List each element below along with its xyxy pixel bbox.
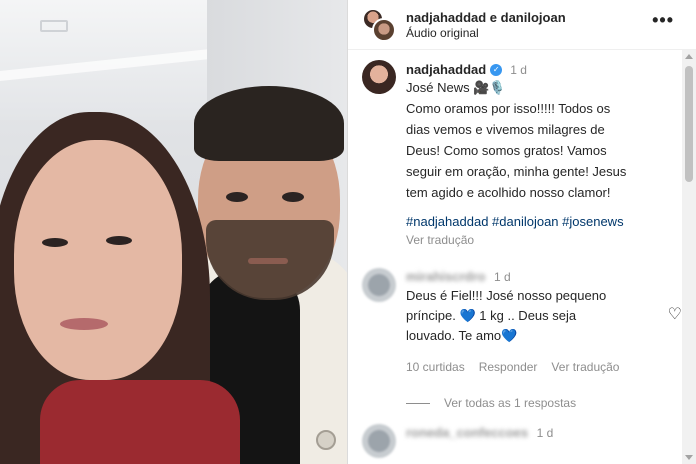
blue-heart-icon: 💙 xyxy=(459,308,476,323)
photo-woman-eye-left xyxy=(42,238,68,247)
caption-username[interactable]: nadjahaddad xyxy=(406,62,486,77)
photo-man-hair xyxy=(194,86,344,161)
photo-man-mouth xyxy=(248,258,288,264)
caption-line: seguir em oração, minha gente! Jesus xyxy=(406,164,627,179)
post-authors[interactable]: nadjahaddad e danilojoan xyxy=(406,10,566,25)
post-side-panel: nadjahaddad e danilojoan Áudio original … xyxy=(347,0,696,464)
post-photo[interactable] xyxy=(0,0,347,464)
scrollbar[interactable] xyxy=(682,50,696,464)
caption-line: tem agido e acolhido nosso clamor! xyxy=(406,185,611,200)
comment-time[interactable]: 1 d xyxy=(494,270,511,284)
comment-time[interactable]: 1 d xyxy=(537,426,554,440)
comment-line: louvado. Te amo💙 xyxy=(406,326,662,346)
comment-translate-link[interactable]: Ver tradução xyxy=(551,360,619,374)
scroll-up-arrow-icon[interactable] xyxy=(685,54,693,59)
caption-line: Como oramos por isso!!!!! Todos os xyxy=(406,101,611,116)
reply-button[interactable]: Responder xyxy=(479,360,538,374)
audio-link[interactable]: Áudio original xyxy=(406,26,566,40)
photo-woman-face xyxy=(14,140,182,380)
avatar[interactable] xyxy=(362,268,396,302)
comment-line-text: louvado. Te amo xyxy=(406,328,502,343)
caption-line: dias vemos e vivemos milagres de xyxy=(406,122,605,137)
caption-translate-link[interactable]: Ver tradução xyxy=(406,233,678,247)
comment-likes[interactable]: 10 curtidas xyxy=(406,360,465,374)
caption-first-line: José News 🎥🎙️ xyxy=(406,80,506,95)
comment-line-text: 1 kg .. Deus seja xyxy=(475,308,577,323)
photo-woman-lips xyxy=(60,318,108,330)
scroll-down-arrow-icon[interactable] xyxy=(685,455,693,460)
photo-jacket-logo xyxy=(316,430,336,450)
avatar[interactable] xyxy=(362,424,396,458)
caption-line: Deus! Como somos gratos! Vamos xyxy=(406,143,607,158)
avatar xyxy=(372,17,396,42)
post-header: nadjahaddad e danilojoan Áudio original … xyxy=(348,0,696,50)
comment-line: Deus é Fiel!!! José nosso pequeno xyxy=(406,288,607,303)
avatar[interactable] xyxy=(362,60,396,94)
verified-badge-icon: ✓ xyxy=(490,63,503,76)
comment-line: príncipe. 💙 1 kg .. Deus seja xyxy=(406,306,662,326)
comment-line-text: príncipe. xyxy=(406,308,460,323)
scrollbar-thumb[interactable] xyxy=(685,66,693,182)
photo-ceiling-vent xyxy=(40,20,68,32)
photo-man-eye-left xyxy=(226,192,248,202)
comment-username[interactable]: roneda_confeccoes xyxy=(406,425,528,440)
photo-woman-eye-right xyxy=(106,236,132,245)
caption-hashtags[interactable]: #nadjahaddad #danilojoan #josenews xyxy=(406,213,678,231)
heart-outline-icon[interactable]: ♡ xyxy=(668,304,682,324)
photo-woman-top xyxy=(40,380,240,464)
view-replies-label: Ver todas as 1 respostas xyxy=(444,396,577,410)
photo-man-eye-right xyxy=(282,192,304,202)
blue-heart-icon: 💙 xyxy=(501,328,518,343)
comment-username[interactable]: mirahiscrdro xyxy=(406,269,485,284)
view-replies-button[interactable]: Ver todas as 1 respostas xyxy=(406,396,576,410)
more-horizontal-icon[interactable]: ••• xyxy=(652,10,674,31)
replies-divider xyxy=(406,402,430,404)
caption-time[interactable]: 1 d xyxy=(510,63,527,77)
collab-avatars[interactable] xyxy=(362,7,396,42)
